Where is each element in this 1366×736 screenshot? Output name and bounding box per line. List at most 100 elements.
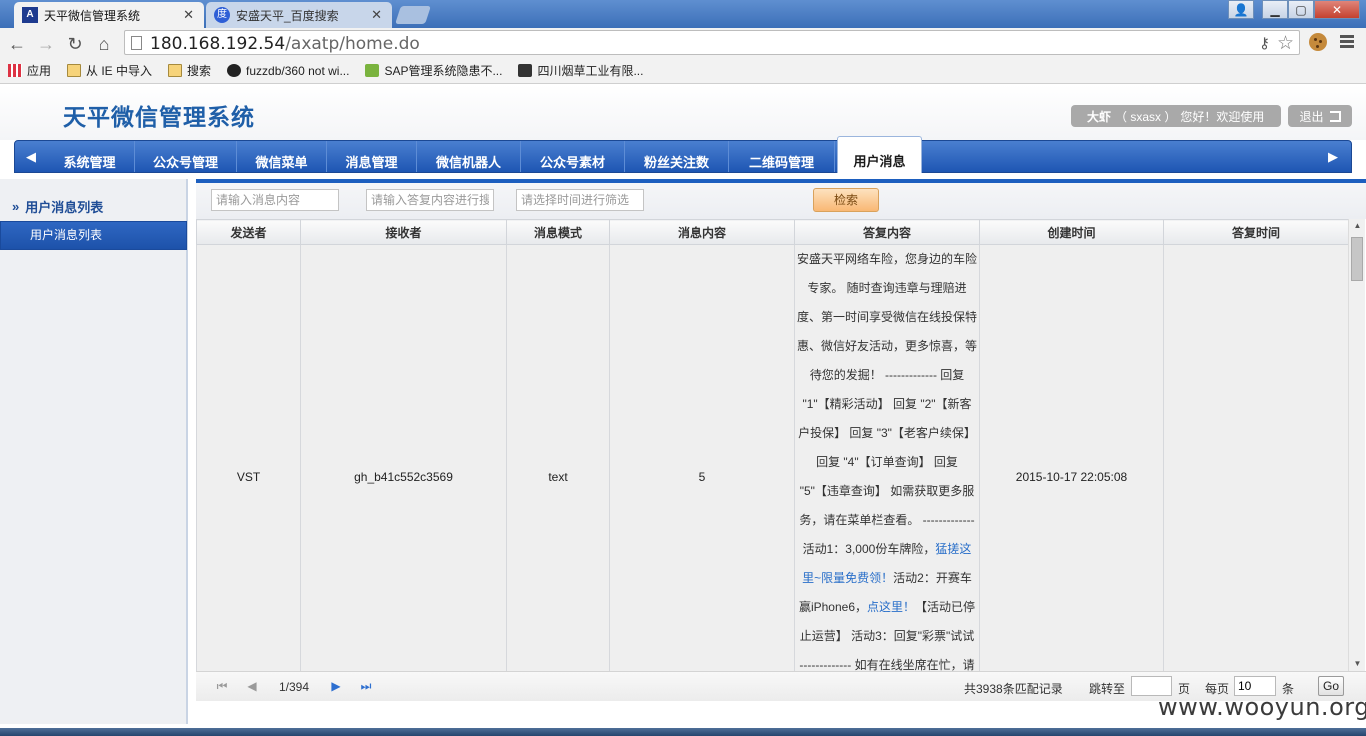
- app-header: 天平微信管理系统 大虾 （ sxasx ） 您好！欢迎使用 退出: [0, 85, 1366, 140]
- window-close-icon[interactable]: ✕: [1314, 0, 1360, 19]
- reply-text: 安盛天平网络车险，您身边的车险专家。 随时查询违章与理赔进度、第一时间享受微信在…: [797, 252, 978, 556]
- reply-link-click-here[interactable]: 点这里！: [867, 600, 915, 614]
- axa-favicon-icon: A: [22, 7, 38, 23]
- address-bar[interactable]: 180.168.192.54/axatp/home.do ⚷ ☆: [124, 30, 1300, 55]
- folder-icon: [168, 64, 183, 77]
- scrollbar-thumb[interactable]: [1351, 237, 1363, 281]
- column-header-replied[interactable]: 答复时间: [1163, 219, 1348, 245]
- cell-content: 5: [609, 244, 795, 671]
- sap-icon: [365, 64, 380, 77]
- apps-icon: [8, 64, 22, 77]
- message-content-input[interactable]: [211, 189, 339, 211]
- tab-close-icon[interactable]: ✕: [371, 7, 382, 23]
- tab-close-icon[interactable]: ✕: [183, 7, 194, 23]
- main-nav: ◀ 系统管理 公众号管理 微信菜单 消息管理 微信机器人 公众号素材 粉丝关注数…: [14, 136, 1352, 173]
- jump-label: 跳转至: [1089, 682, 1126, 696]
- nav-wechat-robot[interactable]: 微信机器人: [417, 141, 521, 172]
- nav-account-materials[interactable]: 公众号素材: [521, 141, 625, 172]
- home-icon[interactable]: ⌂: [93, 33, 115, 55]
- exit-icon: [1329, 110, 1341, 122]
- user-name: 大虾: [1087, 109, 1112, 124]
- table-scrollbar[interactable]: ▲ ▼: [1348, 219, 1365, 671]
- last-page-icon[interactable]: ⏭: [358, 678, 374, 694]
- search-button[interactable]: 检索: [813, 188, 879, 212]
- url-text: 180.168.192.54/axatp/home.do: [150, 34, 420, 54]
- app-title: 天平微信管理系统: [63, 104, 255, 130]
- nav-account-management[interactable]: 公众号管理: [135, 141, 237, 172]
- logout-button[interactable]: 退出: [1288, 105, 1352, 127]
- github-icon: [227, 64, 242, 77]
- bookmark-star-icon[interactable]: ☆: [1277, 32, 1294, 55]
- column-header-reply[interactable]: 答复内容: [794, 219, 980, 245]
- greeting-text: 您好！欢迎使用: [1180, 109, 1265, 124]
- cell-receiver: gh_b41c552c3569: [300, 244, 507, 671]
- nav-system-management[interactable]: 系统管理: [45, 141, 135, 172]
- page-icon: [131, 36, 142, 50]
- bookmarks-bar: 应用 从 IE 中导入 搜索 fuzzdb/360 not wi... SAP管…: [0, 58, 1366, 84]
- cell-created: 2015-10-17 22:05:08: [979, 244, 1164, 671]
- forward-arrow-icon[interactable]: →: [35, 33, 57, 55]
- table-header-row: 发送者 接收者 消息模式 消息内容 答复内容 创建时间 答复时间: [196, 219, 1348, 245]
- column-header-content[interactable]: 消息内容: [609, 219, 795, 245]
- bookmark-fuzzdb[interactable]: fuzzdb/360 not wi...: [227, 64, 349, 78]
- user-account: （ sxasx ）: [1115, 109, 1177, 124]
- browser-tab-baidu[interactable]: 度 安盛天平_百度搜索 ✕: [206, 2, 392, 28]
- nav-follower-count[interactable]: 粉丝关注数: [625, 141, 729, 172]
- page-indicator: 1/394: [279, 680, 310, 694]
- minimize-icon[interactable]: ▁: [1262, 0, 1288, 19]
- filter-bar: 检索: [196, 183, 1366, 219]
- baidu-favicon-icon: 度: [214, 7, 230, 23]
- table-row[interactable]: VST gh_b41c552c3569 text 5 安盛天平网络车险，您身边的…: [196, 244, 1348, 671]
- logout-label: 退出: [1299, 109, 1324, 124]
- nav-left-arrow-icon[interactable]: ◀: [17, 141, 45, 172]
- nav-wechat-menu[interactable]: 微信菜单: [237, 141, 327, 172]
- column-header-receiver[interactable]: 接收者: [300, 219, 507, 245]
- bookmark-apps[interactable]: 应用: [8, 62, 51, 79]
- total-records: 共3938条匹配记录: [964, 682, 1063, 696]
- tobacco-icon: [518, 64, 533, 77]
- os-taskbar: [0, 728, 1366, 736]
- prev-page-icon[interactable]: ◀: [244, 678, 260, 694]
- sidebar-heading[interactable]: » 用户消息列表: [0, 194, 186, 218]
- profile-icon[interactable]: 👤: [1228, 0, 1254, 19]
- user-greeting: 大虾 （ sxasx ） 您好！欢迎使用: [1071, 105, 1281, 127]
- scroll-up-arrow-icon[interactable]: ▲: [1349, 219, 1366, 233]
- nav-qrcode-management[interactable]: 二维码管理: [729, 141, 835, 172]
- watermark: www.wooyun.org: [1158, 693, 1366, 721]
- main-panel: 检索 发送者 接收者 消息模式 消息内容 答复内容 创建时间 答复时间 V: [196, 179, 1366, 701]
- browser-menu-icon[interactable]: [1340, 35, 1354, 48]
- reply-content-input[interactable]: [366, 189, 494, 211]
- sidebar-heading-label: 用户消息列表: [25, 199, 104, 215]
- maximize-icon[interactable]: ▢: [1288, 0, 1314, 19]
- next-page-icon[interactable]: ▶: [328, 678, 344, 694]
- column-header-sender[interactable]: 发送者: [196, 219, 301, 245]
- sidebar: » 用户消息列表 用户消息列表: [0, 179, 188, 724]
- tab-title: 天平微信管理系统: [44, 8, 141, 23]
- sidebar-item-user-message-list[interactable]: 用户消息列表: [0, 221, 187, 250]
- nav-user-messages[interactable]: 用户消息: [837, 136, 922, 173]
- tab-title: 安盛天平_百度搜索: [236, 8, 339, 23]
- cookie-extension-icon[interactable]: [1309, 33, 1327, 51]
- first-page-icon[interactable]: ⏮: [214, 678, 230, 694]
- back-arrow-icon[interactable]: ←: [6, 33, 28, 55]
- scroll-down-arrow-icon[interactable]: ▼: [1349, 657, 1366, 671]
- new-tab-button[interactable]: [395, 6, 431, 24]
- column-header-created[interactable]: 创建时间: [979, 219, 1164, 245]
- cell-replied: [1163, 244, 1348, 671]
- cell-sender: VST: [196, 244, 301, 671]
- message-table: 发送者 接收者 消息模式 消息内容 答复内容 创建时间 答复时间 VST gh_…: [196, 219, 1348, 671]
- browser-tab-active[interactable]: A 天平微信管理系统 ✕: [14, 2, 204, 28]
- cell-mode: text: [506, 244, 610, 671]
- browser-tab-strip: A 天平微信管理系统 ✕ 度 安盛天平_百度搜索 ✕ 👤 ▁ ▢ ✕: [0, 0, 1366, 28]
- reload-icon[interactable]: ↻: [64, 33, 86, 55]
- bookmark-tobacco[interactable]: 四川烟草工业有限...: [518, 62, 643, 79]
- column-header-mode[interactable]: 消息模式: [506, 219, 610, 245]
- key-icon[interactable]: ⚷: [1259, 34, 1270, 52]
- time-filter-input[interactable]: [516, 189, 644, 211]
- nav-message-management[interactable]: 消息管理: [327, 141, 417, 172]
- bookmark-sap[interactable]: SAP管理系统隐患不...: [365, 62, 502, 79]
- nav-right-arrow-icon[interactable]: ▶: [1319, 141, 1347, 172]
- bookmark-ie-import[interactable]: 从 IE 中导入: [67, 62, 152, 79]
- bookmark-search[interactable]: 搜索: [168, 62, 211, 79]
- cell-reply: 安盛天平网络车险，您身边的车险专家。 随时查询违章与理赔进度、第一时间享受微信在…: [794, 244, 980, 671]
